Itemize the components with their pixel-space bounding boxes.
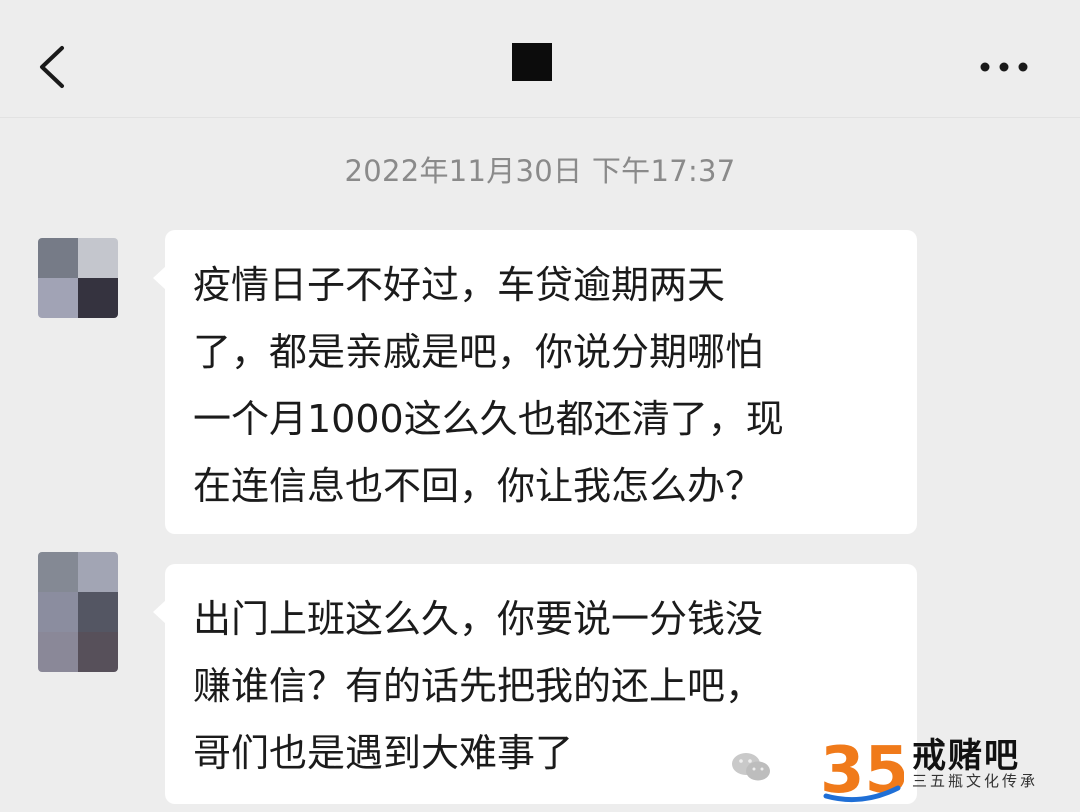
message-text: 疫情日子不好过，车贷逾期两天 了，都是亲戚是吧，你说分期哪怕 一个月1000这么…	[193, 263, 784, 508]
sender-avatar[interactable]	[38, 552, 118, 672]
more-horizontal-icon	[980, 62, 1028, 72]
more-button[interactable]	[978, 52, 1034, 82]
chat-header	[0, 0, 1080, 118]
watermark: 35 戒赌吧 三五瓶文化传承	[722, 720, 1080, 812]
wechat-icon	[732, 753, 770, 781]
watermark-subtitle: 三五瓶文化传承	[912, 772, 1039, 790]
chevron-left-icon	[40, 46, 64, 88]
contact-name-redacted	[512, 43, 552, 81]
back-button[interactable]	[36, 44, 76, 90]
logo-35-icon: 35	[820, 734, 904, 804]
sender-avatar[interactable]	[38, 238, 118, 318]
message-bubble[interactable]: 疫情日子不好过，车贷逾期两天 了，都是亲戚是吧，你说分期哪怕 一个月1000这么…	[153, 230, 917, 534]
message-timestamp: 2022年11月30日 下午17:37	[344, 154, 736, 188]
